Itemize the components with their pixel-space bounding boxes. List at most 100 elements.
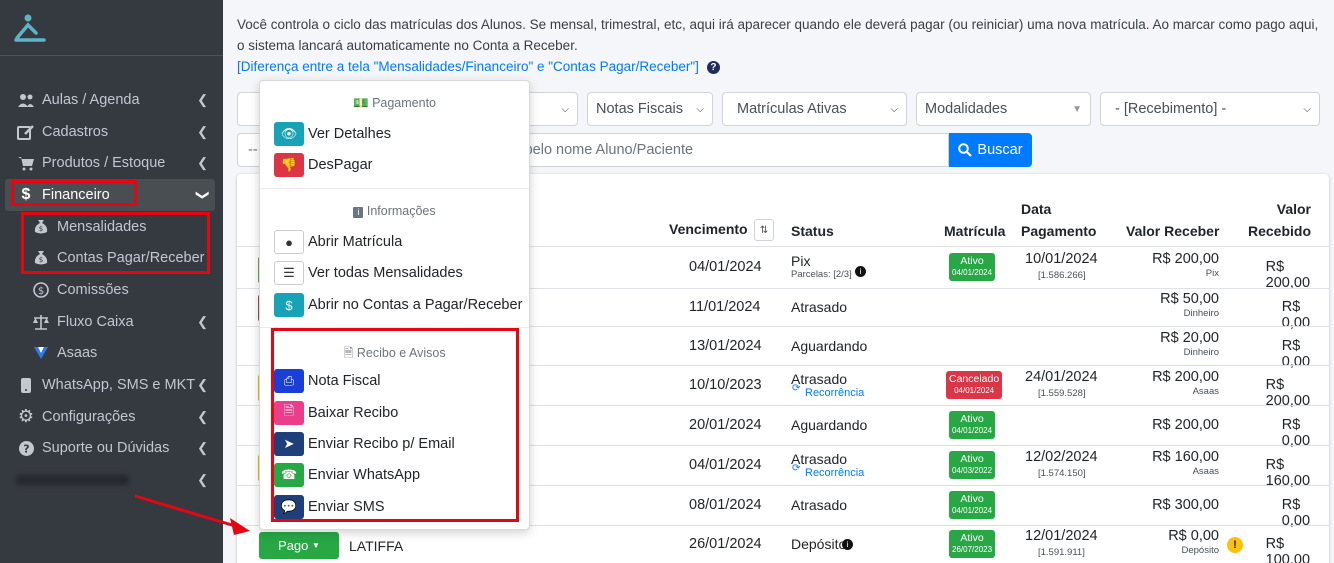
col-valor-recebido: Valor Recebido [1248,198,1311,242]
badge-date: 04/03/2022 [952,466,993,475]
sidebar-item-suporte[interactable]: ? Suporte ou Dúvidas ❮ [0,433,223,465]
table-cell: Parcelas: [2/3] [791,269,852,280]
svg-text:$: $ [39,225,43,233]
table-cell: Dinheiro [1183,346,1219,358]
menu-item-label: Ver todas Mensalidades [308,265,463,281]
sidebar-item-financeiro[interactable]: $ Financeiro ❮ [5,179,215,211]
modalidades-select[interactable]: Modalidades ▼ [916,92,1091,126]
sidebar-item-asaas[interactable]: Asaas [0,338,223,370]
header-text: Informações [366,204,436,218]
matricula-badge[interactable]: Ativo 26/07/2023 [949,530,996,558]
svg-text:?: ? [23,442,29,455]
recurrence-icon: ⟳ [792,463,801,474]
table-cell: R$ 160,00 [1152,449,1219,465]
menu-item-enviar-sms[interactable]: 💬 Enviar SMS [274,495,385,519]
menu-item-abrir-matricula[interactable]: ● Abrir Matrícula [274,230,402,254]
sidebar-item-aulas-agenda[interactable]: Aulas / Agenda ❮ [0,84,223,116]
menu-item-despagar[interactable]: 👎 DesPagar [274,153,372,177]
header-label: Valor Receber [1126,223,1220,239]
chevron-left-icon: ❮ [197,377,208,393]
badge-date: 04/01/2024 [952,426,993,435]
sidebar-item-label: Financeiro [42,186,110,203]
buscar-button[interactable]: Buscar [949,133,1032,167]
menu-item-label: Enviar WhatsApp [308,467,421,483]
help-icon[interactable]: ? [706,60,720,74]
eye-icon: 👁 [274,122,304,146]
chevron-down-icon: ⌵ [696,103,704,115]
info-icon[interactable]: i [855,266,866,277]
badge-label: Ativo [960,413,984,425]
header-label: Valor [1276,201,1311,217]
sidebar-item-label: Comissões [57,281,129,298]
menu-item-enviar-whatsapp[interactable]: ☎ Enviar WhatsApp [274,463,420,487]
sidebar-item-configuracoes[interactable]: ⚙ Configurações ❮ [0,401,223,433]
sidebar-item-mensalidades[interactable]: $ Mensalidades [0,211,223,243]
difference-link[interactable]: [Diferença entre a tela "Mensalidades/Fi… [237,59,699,74]
warning-icon[interactable]: ! [1227,537,1243,553]
menu-item-label: Ver Detalhes [308,126,392,142]
table-cell: Asaas [1192,466,1219,477]
matricula-badge[interactable]: Ativo 04/03/2022 [949,451,996,479]
brand[interactable] [0,0,223,56]
sidebar-item-contas-pagar-receber[interactable]: $ Contas Pagar/Receber [0,242,223,274]
sidebar-item-label: Cadastros [42,123,109,140]
info-icon[interactable]: i [842,539,853,550]
mobile-icon [15,376,37,394]
invoice-icon: ⎙ [274,369,304,393]
sidebar-item-produtos-estoque[interactable]: Produtos / Estoque ❮ [0,147,223,179]
menu-item-baixar-recibo[interactable]: 🗎 Baixar Recibo [274,401,398,425]
table-cell: R$ 200,00 [1152,417,1219,433]
header-text: Pagamento [372,96,436,110]
table-cell: Pix [1205,268,1219,279]
cart-icon [15,154,37,172]
sidebar-item-cadastros[interactable]: Cadastros ❮ [0,116,223,148]
menu-item-ver-detalhes[interactable]: 👁 Ver Detalhes [274,122,391,146]
table-cell: Depósito [1181,545,1220,556]
table-cell: Asaas [1192,386,1219,397]
sidebar-item-label: Aulas / Agenda [42,91,140,108]
sidebar-item-label: Suporte ou Dúvidas [42,440,170,457]
matricula-badge[interactable]: Cancelado 04/01/2024 [946,371,1003,399]
matriculas-select[interactable]: Matrículas Ativas ⌵ [722,92,907,126]
menu-item-enviar-email[interactable]: ➤ Enviar Recibo p/ Email [274,432,455,456]
chevron-left-icon: ❮ [197,155,208,171]
menu-item-abrir-contas[interactable]: $ Abrir no Contas a Pagar/Receber [274,293,522,317]
table-cell: Pix [791,253,811,269]
chevron-left-icon: ❮ [197,313,208,329]
table-cell: [1.574.150] [1038,468,1086,479]
matricula-badge[interactable]: Ativo 04/01/2024 [949,411,996,439]
menu-item-ver-mensalidades[interactable]: ☰ Ver todas Mensalidades [274,261,463,285]
header-label: Matrícula [944,223,1006,239]
sidebar-item-label: Asaas [57,345,98,362]
menu-item-nota-fiscal[interactable]: ⎙ Nota Fiscal [274,369,381,393]
sidebar-item-label: Mensalidades [57,218,147,235]
matricula-badge[interactable]: Ativo 04/01/2024 [949,491,996,519]
sidebar-item-whatsapp-sms-mkt[interactable]: WhatsApp, SMS e MKT ❮ [0,369,223,401]
col-vencimento[interactable]: Vencimento [669,218,748,240]
table-cell: Dinheiro [1183,308,1219,319]
table-cell: 24/01/2024 [1025,369,1098,385]
money-bag-icon: $ [30,218,52,236]
paper-plane-icon: ➤ [274,432,304,456]
col-status: Status [791,220,834,242]
table-cell: Aguardando [791,417,868,433]
sidebar-item-comissoes[interactable]: $ Comissões [0,274,223,306]
notas-fiscais-select[interactable]: Notas Fiscais ⌵ [587,92,713,126]
sidebar-item-fluxo-caixa[interactable]: Fluxo Caixa ❮ [0,306,223,338]
logo-icon [14,14,46,42]
search-prefix: -- [248,142,258,158]
recebimento-select[interactable]: - [Recebimento] - ⌵ [1100,92,1320,126]
sidebar-item-label: Contas Pagar/Receber [57,250,205,267]
table-cell: 13/01/2024 [689,337,762,354]
annotation-arrow-icon [134,494,250,535]
dropdown-header-informacoes: i Informações [260,204,529,218]
sort-icon[interactable]: ⇅ [754,219,774,241]
matricula-badge[interactable]: Ativo 04/01/2024 [949,253,996,281]
pago-dropdown-button[interactable]: Pago ▼ [259,532,339,559]
sidebar-item-label: Configurações [42,408,136,425]
table-cell: R$ 50,00 [1160,291,1219,307]
col-matricula: Matrícula [944,220,1005,242]
chevron-left-icon: ❮ [197,472,208,488]
select-value: Modalidades [925,101,1008,117]
dollar-icon: $ [21,185,31,203]
